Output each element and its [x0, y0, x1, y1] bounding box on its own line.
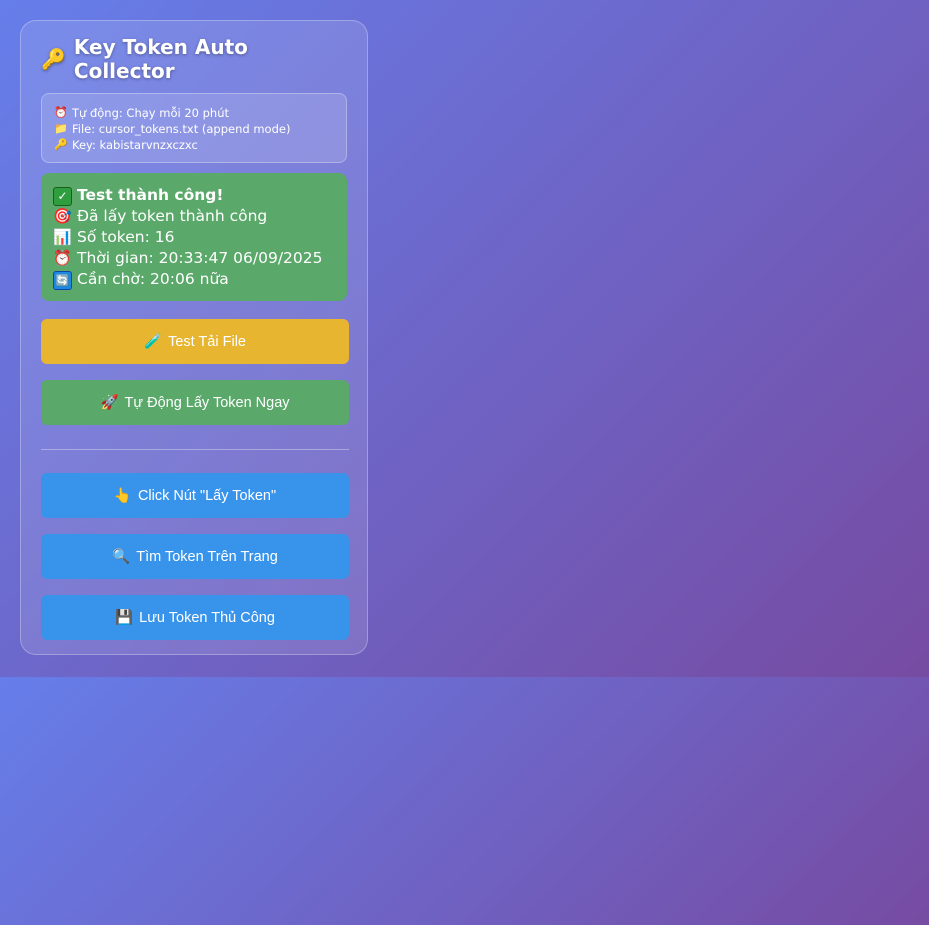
info-schedule-text: Tự động: Chạy mỗi 20 phút: [72, 106, 230, 120]
find-token-label: Tìm Token Trên Trang: [136, 548, 278, 565]
status-time-text: Thời gian: 20:33:47 06/09/2025: [77, 249, 323, 267]
status-success: ✓ Test thành công!: [53, 185, 335, 206]
info-box: ⏰ Tự động: Chạy mỗi 20 phút 📁 File: curs…: [41, 93, 347, 163]
key-icon: 🔑: [54, 138, 68, 151]
status-box: ✓ Test thành công! 🎯 Đã lấy token thành …: [41, 173, 347, 301]
magnifier-icon: 🔍: [112, 549, 131, 565]
test-download-label: Test Tải File: [168, 333, 246, 350]
save-token-manual-label: Lưu Token Thủ Công: [139, 609, 275, 626]
status-time: ⏰ Thời gian: 20:33:47 06/09/2025: [53, 248, 335, 269]
info-key: 🔑 Key: kabistarvnzxczxc: [54, 137, 334, 153]
panel-title: 🔑 Key Token Auto Collector: [41, 35, 347, 83]
status-wait-text: Cần chờ: 20:06 nữa: [77, 270, 229, 288]
find-token-button[interactable]: 🔍 Tìm Token Trên Trang: [41, 534, 349, 579]
info-file-text: File: cursor_tokens.txt (append mode): [72, 122, 291, 136]
info-file: 📁 File: cursor_tokens.txt (append mode): [54, 121, 334, 137]
target-icon: 🎯: [53, 207, 72, 225]
auto-get-token-label: Tự Động Lấy Token Ngay: [124, 394, 290, 411]
alarm-clock-icon: ⏰: [54, 106, 68, 119]
floppy-disk-icon: 💾: [115, 610, 134, 626]
click-get-token-button[interactable]: 👆 Click Nút "Lấy Token": [41, 473, 349, 518]
divider: [41, 449, 349, 450]
info-schedule: ⏰ Tự động: Chạy mỗi 20 phút: [54, 105, 334, 121]
click-get-token-label: Click Nút "Lấy Token": [137, 487, 277, 504]
status-success-text: Test thành công!: [77, 186, 224, 204]
status-token-fetched-text: Đã lấy token thành công: [77, 207, 268, 225]
page-background-bottom: [0, 677, 929, 925]
token-collector-panel: 🔑 Key Token Auto Collector ⏰ Tự động: Ch…: [20, 20, 368, 655]
save-token-manual-button[interactable]: 💾 Lưu Token Thủ Công: [41, 595, 349, 640]
auto-get-token-button[interactable]: 🚀 Tự Động Lấy Token Ngay: [41, 380, 349, 425]
alarm-clock-icon: ⏰: [53, 249, 72, 267]
rocket-icon: 🚀: [100, 395, 119, 411]
status-token-count-text: Số token: 16: [77, 228, 175, 246]
info-key-text: Key: kabistarvnzxczxc: [72, 138, 198, 152]
bar-chart-icon: 📊: [53, 228, 72, 246]
folder-icon: 📁: [54, 122, 68, 135]
test-tube-icon: 🧪: [144, 334, 163, 350]
status-token-fetched: 🎯 Đã lấy token thành công: [53, 206, 335, 227]
test-download-button[interactable]: 🧪 Test Tải File: [41, 319, 349, 364]
status-wait: 🔄 Cần chờ: 20:06 nữa: [53, 269, 335, 290]
key-icon: 🔑: [41, 47, 66, 71]
refresh-icon: 🔄: [53, 271, 72, 290]
panel-title-text: Key Token Auto Collector: [73, 35, 248, 83]
check-mark-icon: ✓: [53, 186, 72, 206]
status-token-count: 📊 Số token: 16: [53, 227, 335, 248]
pointing-hand-icon: 👆: [113, 488, 132, 504]
